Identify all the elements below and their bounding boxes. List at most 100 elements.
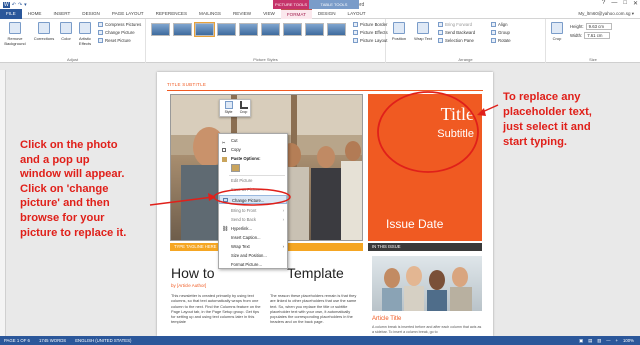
style-button[interactable]: Style [222, 101, 235, 115]
style-thumb-1[interactable] [151, 23, 170, 36]
article-author[interactable]: by [Article Author] [171, 283, 206, 288]
headline-part-2[interactable]: Template [287, 265, 344, 281]
menu-item-wrap-text[interactable]: Wrap Text › [219, 243, 287, 251]
selection-pane-label: Selection Pane [445, 38, 474, 43]
menu-item-format-picture[interactable]: Format Picture... [219, 261, 287, 269]
subtitle-placeholder[interactable]: Subtitle [437, 128, 474, 140]
wrap-text-button[interactable]: Wrap Text [412, 22, 434, 41]
crop-mini-button[interactable]: Crop [237, 101, 250, 115]
sidebar-photo[interactable] [372, 256, 482, 311]
group-icon [491, 30, 496, 35]
group-button[interactable]: Group [491, 30, 510, 35]
tab-view[interactable]: VIEW [257, 9, 281, 19]
picture-effects-button[interactable]: Picture Effects [353, 30, 388, 35]
artistic-effects-icon [79, 22, 91, 34]
language[interactable]: ENGLISH (UNITED STATES) [75, 338, 131, 343]
paste-option-button[interactable] [231, 164, 240, 172]
print-layout-icon[interactable]: ▤ [588, 338, 592, 344]
menu-item-send-to-back[interactable]: Send to Back › [219, 216, 287, 224]
menu-item-bring-to-front[interactable]: Bring to Front › [219, 207, 287, 215]
menu-bring-label: Bring to Front [231, 208, 257, 213]
style-thumb-9[interactable] [327, 23, 346, 36]
selection-pane-icon [438, 38, 443, 43]
picture-layout-button[interactable]: Picture Layout [353, 38, 387, 43]
menu-item-paste-options[interactable]: Paste Options: [219, 155, 287, 163]
menu-item-copy[interactable]: Copy [219, 146, 287, 154]
style-thumb-7[interactable] [283, 23, 302, 36]
tab-page-layout[interactable]: PAGE LAYOUT [106, 9, 150, 19]
width-input[interactable]: 7.61 cm [584, 32, 611, 39]
page-count[interactable]: PAGE 1 OF 6 [4, 338, 30, 343]
align-button[interactable]: Align [491, 22, 508, 27]
web-layout-icon[interactable]: ▥ [597, 338, 601, 344]
article-title[interactable]: Article Title [372, 316, 401, 322]
left-annotation-line: browse for your [20, 211, 105, 224]
style-thumb-3[interactable] [194, 22, 215, 37]
read-mode-icon[interactable]: ▣ [579, 338, 583, 344]
compress-pictures-button[interactable]: Compress Pictures [98, 22, 141, 27]
artistic-effects-button[interactable]: Artistic Effects [75, 22, 95, 46]
tab-mailings[interactable]: MAILINGS [193, 9, 227, 19]
title-panel[interactable]: Title Subtitle Issue Date [368, 94, 482, 241]
adjust-group-label: Adjust [66, 57, 79, 62]
zoom-in-icon[interactable]: + [615, 338, 618, 344]
right-annotation: To replace any placeholder text, just se… [503, 90, 638, 150]
height-input[interactable]: 9.63 cm [585, 23, 612, 30]
selection-pane-button[interactable]: Selection Pane [438, 38, 474, 43]
rotate-button[interactable]: Rotate [491, 38, 511, 43]
document-page[interactable]: TITLE SUBTITLE Title Subtitle Issue Date… [157, 72, 493, 336]
tab-table-layout[interactable]: LAYOUT [342, 9, 372, 19]
title-placeholder[interactable]: Title [441, 104, 474, 125]
tab-format[interactable]: FORMAT [280, 8, 312, 19]
remove-background-button[interactable]: Remove Background [1, 22, 29, 46]
menu-item-hyperlink[interactable]: ⛓ Hyperlink... [219, 225, 287, 233]
body-column-middle[interactable]: The reason these placeholders remain is … [270, 293, 362, 325]
picture-border-button[interactable]: Picture Border [353, 22, 387, 27]
help-icon[interactable]: ? [602, 0, 605, 7]
crop-button[interactable]: Crop [548, 22, 566, 41]
close-icon[interactable]: ✕ [633, 0, 638, 7]
reset-picture-button[interactable]: Reset Picture [98, 38, 131, 43]
corrections-button[interactable]: Corrections [31, 22, 57, 41]
user-account[interactable]: My_ltm60@yahoo.com.sg ▾ [578, 9, 634, 19]
menu-item-save-as-picture[interactable]: Save as Picture... [219, 186, 287, 194]
menu-item-insert-caption[interactable]: Insert Caption... [219, 234, 287, 242]
tab-home[interactable]: HOME [22, 9, 48, 19]
menu-item-cut[interactable]: ✂ Cut [219, 137, 287, 145]
menu-item-change-picture[interactable]: Change Picture... [219, 195, 287, 204]
article-caption[interactable]: A column break is inserted before and af… [372, 325, 482, 334]
style-thumb-2[interactable] [173, 23, 192, 36]
tab-review[interactable]: REVIEW [227, 9, 257, 19]
body-column-left[interactable]: This newsletter is created primarily by … [171, 293, 263, 325]
right-annotation-line: placeholder text, [503, 106, 592, 118]
zoom-out-icon[interactable]: — [606, 338, 610, 344]
position-icon [393, 22, 405, 34]
word-window: W ↶ ↷ ▾ Document1 [Compatibility Mode] -… [0, 0, 640, 345]
style-thumb-6[interactable] [261, 23, 280, 36]
tab-insert[interactable]: INSERT [47, 9, 76, 19]
in-this-issue-bar[interactable]: IN THIS ISSUE [368, 243, 482, 251]
zoom-level[interactable]: 100% [623, 338, 634, 344]
corrections-icon [38, 22, 50, 34]
minimize-icon[interactable]: — [611, 0, 617, 7]
tab-design[interactable]: DESIGN [76, 9, 106, 19]
arrange-group: Position Wrap Text Bring Forward Send Ba… [386, 19, 546, 63]
headline-part-1[interactable]: How to [171, 265, 215, 281]
position-button[interactable]: Position [388, 22, 410, 41]
style-thumb-8[interactable] [305, 23, 324, 36]
send-backward-button[interactable]: Send Backward [438, 30, 475, 35]
tab-references[interactable]: REFERENCES [150, 9, 193, 19]
word-count[interactable]: 1745 WORDS [39, 338, 66, 343]
bring-forward-button[interactable]: Bring Forward [438, 22, 472, 27]
style-thumb-5[interactable] [239, 23, 258, 36]
color-button[interactable]: Color [58, 22, 74, 41]
bring-forward-icon [438, 22, 443, 27]
tab-file[interactable]: FILE [0, 8, 22, 19]
tab-table-design[interactable]: DESIGN [312, 9, 342, 19]
menu-item-size-and-position[interactable]: Size and Position... [219, 252, 287, 260]
menu-item-edit-picture[interactable]: Edit Picture [219, 177, 287, 185]
change-picture-button[interactable]: Change Picture [98, 30, 135, 35]
issue-date-placeholder[interactable]: Issue Date [386, 217, 443, 231]
maximize-icon[interactable]: □ [623, 0, 627, 7]
style-thumb-4[interactable] [217, 23, 236, 36]
